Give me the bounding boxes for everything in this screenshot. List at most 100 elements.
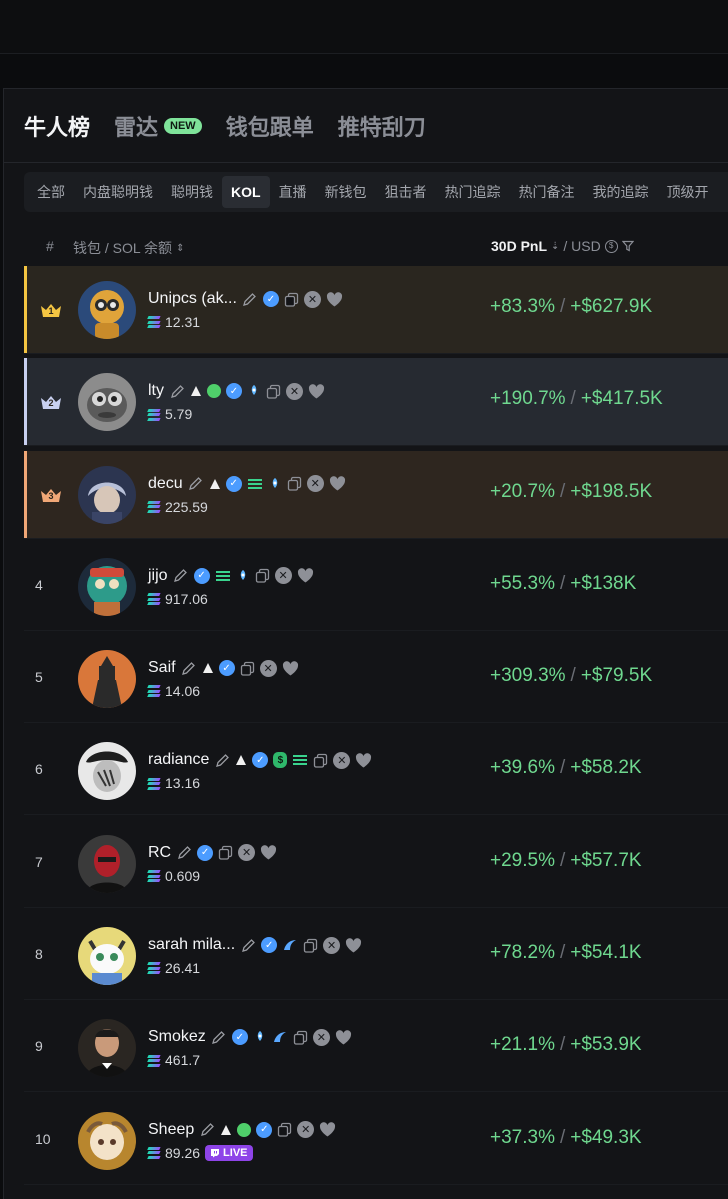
wallet-name-line: Unipcs (ak... ✓ ✕ (148, 289, 343, 309)
avatar[interactable] (78, 650, 136, 709)
heart-icon[interactable] (297, 568, 314, 584)
heart-icon[interactable] (355, 752, 372, 768)
filter-live[interactable]: 直播 (270, 176, 316, 208)
x-twitter-icon[interactable]: ✕ (306, 475, 324, 493)
col-wallet[interactable]: 钱包 / SOL 余额 ⇕ (73, 238, 184, 258)
filter-my-tracking[interactable]: 我的追踪 (584, 176, 658, 208)
edit-icon[interactable] (199, 1122, 215, 1138)
copy-icon[interactable] (218, 845, 233, 860)
wallet-name[interactable]: lty (148, 382, 164, 400)
edit-icon[interactable] (240, 937, 256, 953)
x-twitter-icon[interactable]: ✕ (238, 844, 256, 862)
tab-leaderboard[interactable]: 牛人榜 (24, 110, 90, 142)
heart-icon[interactable] (308, 383, 325, 399)
verified-icon: ✓ (252, 752, 269, 769)
edit-icon[interactable] (211, 1029, 227, 1045)
wallet-name[interactable]: jijo (148, 567, 168, 585)
pyramid-icon (235, 754, 247, 766)
tab-copy-trade[interactable]: 钱包跟单 (226, 110, 314, 142)
x-twitter-icon[interactable]: ✕ (297, 1121, 315, 1139)
x-twitter-icon[interactable]: ✕ (333, 751, 351, 769)
avatar[interactable] (78, 557, 136, 616)
filter-all[interactable]: 全部 (28, 176, 74, 208)
avatar[interactable] (78, 373, 136, 432)
live-badge[interactable]: LIVE (205, 1144, 253, 1161)
wallet-name[interactable]: Smokez (148, 1028, 206, 1046)
avatar[interactable] (78, 834, 136, 893)
x-twitter-icon[interactable]: ✕ (259, 659, 277, 677)
table-row[interactable]: 10 Sheep ✓ ✕ 89.26 LIVE +37.3% / +$49.3K (24, 1096, 728, 1185)
copy-icon[interactable] (255, 568, 270, 584)
edit-icon[interactable] (169, 383, 185, 399)
tab-twitter-scraper[interactable]: 推特刮刀 (338, 110, 426, 142)
avatar[interactable] (78, 1019, 136, 1078)
wallet-name[interactable]: RC (148, 844, 171, 862)
table-row[interactable]: 1 Unipcs (ak... ✓ ✕ 12.31 +83.3% / +$627… (24, 266, 728, 354)
copy-icon[interactable] (303, 938, 318, 953)
filter-new-wallet[interactable]: 新钱包 (316, 176, 376, 208)
pnl-cell: +55.3% / +$138K (490, 573, 636, 595)
filter-sniper[interactable]: 狙击者 (376, 176, 436, 208)
table-row[interactable]: 8 sarah mila... ✓ ✕ 26.41 +78.2% / +$54.… (24, 912, 728, 1001)
table-row[interactable]: 4 jijo ✓ ✕ 917.06 +55.3% / +$138K (24, 542, 728, 631)
edit-icon[interactable] (176, 845, 192, 861)
edit-icon[interactable] (181, 660, 197, 676)
heart-icon[interactable] (319, 1122, 336, 1138)
col-pnl[interactable]: 30D PnL ⇣ / USD $ (491, 238, 634, 254)
x-twitter-icon[interactable]: ✕ (312, 1028, 330, 1046)
heart-icon[interactable] (260, 845, 277, 861)
table-row[interactable]: 5 Saif ✓ ✕ 14.06 +309.3% / +$79.5K (24, 635, 728, 724)
avatar[interactable] (78, 1111, 136, 1170)
edit-icon[interactable] (173, 568, 189, 584)
header-divider (4, 162, 728, 163)
wallet-name[interactable]: sarah mila... (148, 936, 235, 954)
avatar[interactable] (78, 927, 136, 986)
wallet-name[interactable]: radiance (148, 751, 209, 769)
table-row[interactable]: 3 decu ✓ ✕ 225.59 +20.7% / +$198.5K (24, 450, 728, 539)
copy-icon[interactable] (287, 476, 302, 491)
x-twitter-icon[interactable]: ✕ (286, 382, 303, 400)
heart-icon[interactable] (329, 476, 346, 492)
edit-icon[interactable] (242, 291, 258, 307)
silver-crown-icon: 2 (40, 395, 62, 410)
edit-icon[interactable] (188, 476, 204, 492)
filter-icon[interactable] (621, 240, 634, 252)
table-row[interactable]: 2 lty ✓ ✕ 5.79 +190.7% / +$417.5K (24, 358, 728, 447)
heart-icon[interactable] (326, 291, 343, 307)
copy-icon[interactable] (313, 753, 328, 768)
filter-hot-tracking[interactable]: 热门追踪 (436, 176, 510, 208)
wallet-name[interactable]: Unipcs (ak... (148, 290, 237, 308)
copy-icon[interactable] (240, 661, 255, 676)
tab-radar[interactable]: 雷达 NEW (114, 110, 202, 142)
twitch-icon (211, 1148, 220, 1158)
avatar[interactable] (78, 742, 136, 801)
filter-kol[interactable]: KOL (222, 176, 270, 208)
x-twitter-icon[interactable]: ✕ (303, 290, 321, 308)
filter-smart-money[interactable]: 聪明钱 (162, 176, 222, 208)
copy-icon[interactable] (284, 292, 299, 307)
pnl-cell: +20.7% / +$198.5K (490, 481, 652, 503)
heart-icon[interactable] (345, 937, 362, 953)
table-row[interactable]: 6 radiance ✓ $ ✕ 13.16 +39.6% / +$58.2K (24, 727, 728, 816)
sort-desc-icon[interactable]: ⇣ (551, 241, 559, 252)
wallet-name[interactable]: Sheep (148, 1121, 194, 1139)
wallet-name[interactable]: Saif (148, 659, 176, 677)
table-row[interactable]: 9 Smokez ✓ ✕ 461.7 +21.1% / +$53.9K (24, 1004, 728, 1093)
heart-icon[interactable] (335, 1029, 352, 1045)
copy-icon[interactable] (293, 1030, 308, 1045)
x-twitter-icon[interactable]: ✕ (323, 936, 341, 954)
sort-icon[interactable]: ⇕ (176, 243, 184, 254)
filter-top[interactable]: 顶级开 (658, 176, 718, 208)
edit-icon[interactable] (214, 752, 230, 768)
heart-icon[interactable] (282, 660, 299, 676)
avatar[interactable] (78, 465, 136, 524)
copy-icon[interactable] (266, 384, 281, 399)
table-row[interactable]: 7 RC ✓ ✕ 0.609 +29.5% / +$57.7K (24, 819, 728, 908)
filter-hot-notes[interactable]: 热门备注 (510, 176, 584, 208)
filter-insider-smart[interactable]: 内盘聪明钱 (74, 176, 162, 208)
wallet-name[interactable]: decu (148, 475, 183, 493)
avatar[interactable] (78, 281, 136, 339)
currency-toggle-icon[interactable]: $ (604, 239, 618, 253)
copy-icon[interactable] (277, 1122, 292, 1137)
x-twitter-icon[interactable]: ✕ (274, 567, 292, 585)
